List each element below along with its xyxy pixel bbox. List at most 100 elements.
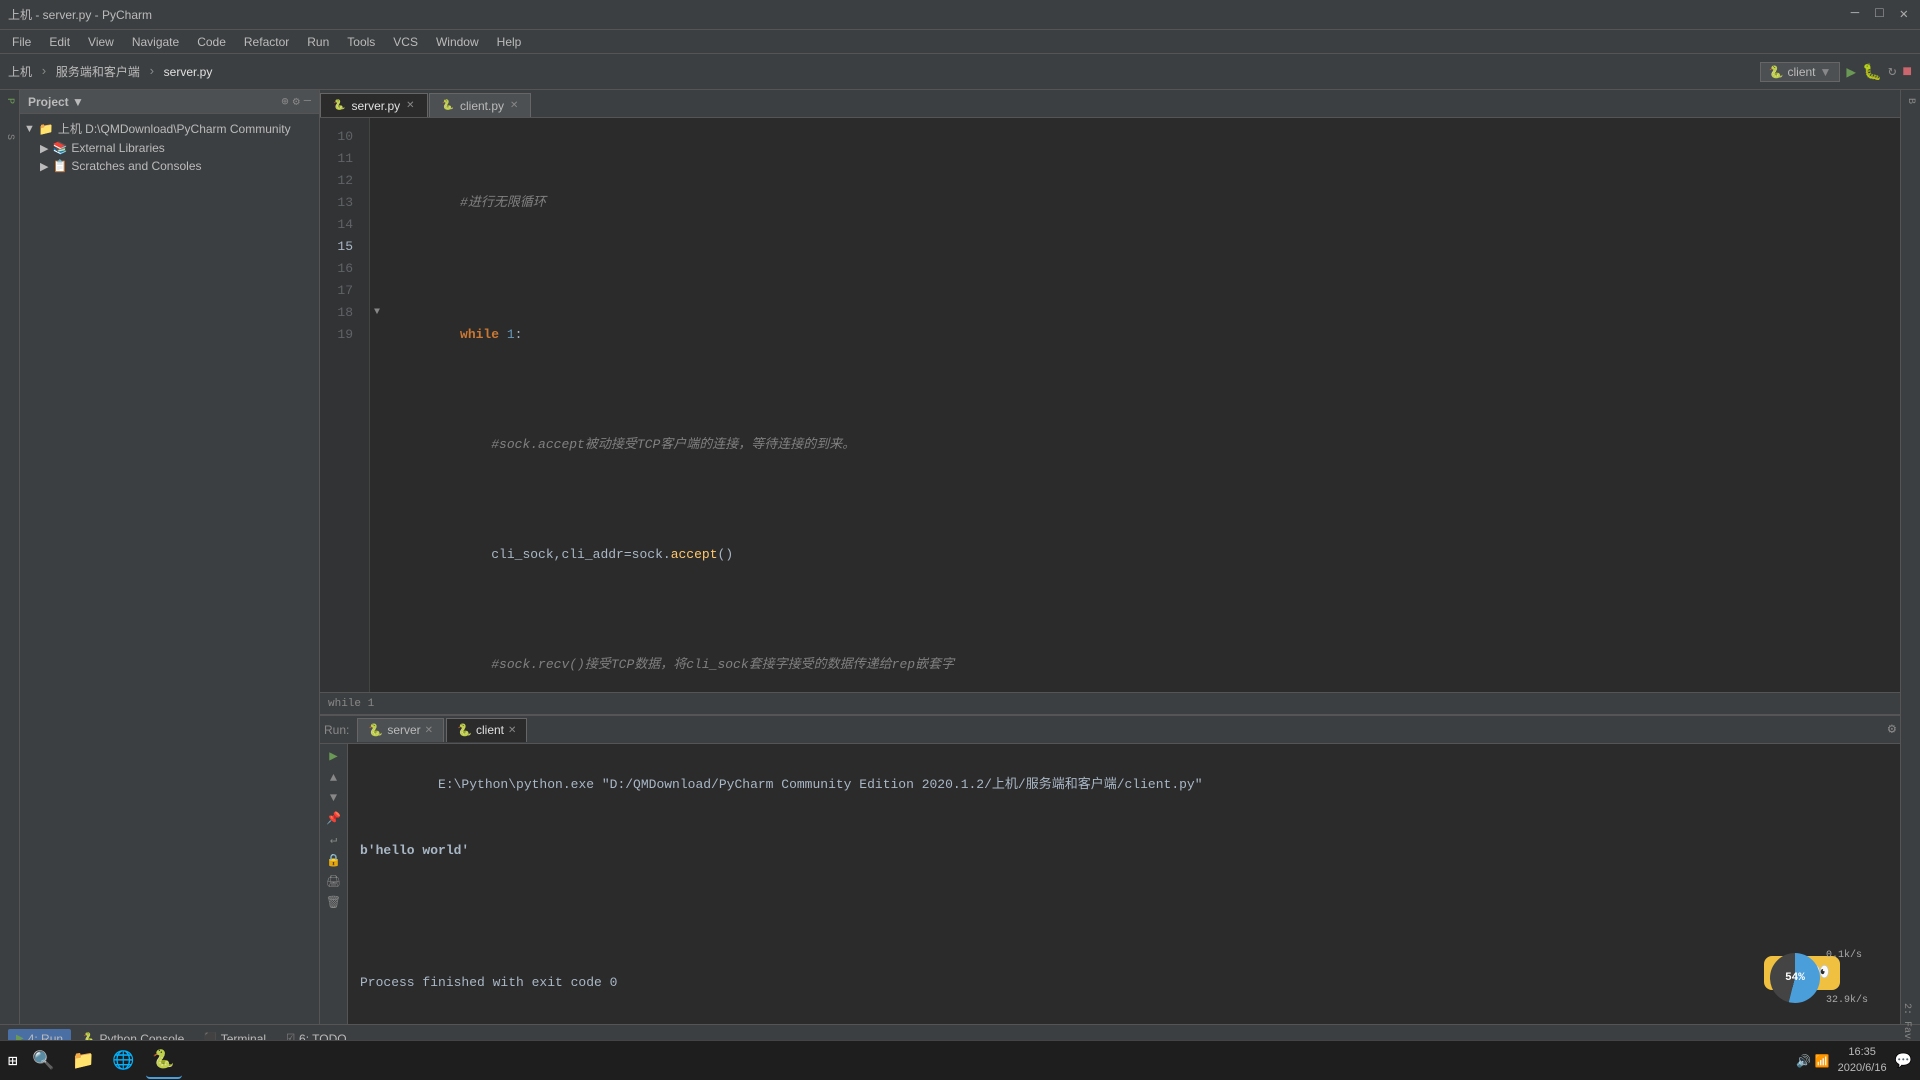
taskbar-browser[interactable]: 🌐 [106,1043,142,1079]
lib-icon: 📚 [52,141,67,155]
taskbar-search[interactable]: 🔍 [26,1043,62,1079]
right-sidebar-icons: B [1900,90,1920,1024]
menu-tools[interactable]: Tools [339,33,383,51]
browser-taskbar-icon: 🌐 [112,1050,134,1072]
add-icon[interactable]: ⊕ [281,94,288,109]
client-py-icon: 🐍 [442,100,454,111]
editor-tabs: 🐍 server.py ✕ 🐍 client.py ✕ [320,90,1900,118]
code-editor[interactable]: 10 11 12 13 14 15 16 17 18 19 #进行无限循环 ▼ … [320,118,1900,692]
fold-arrow-11[interactable]: ▼ [374,302,380,324]
tab-client-py[interactable]: 🐍 client.py ✕ [429,93,532,117]
editor-area: 🐍 server.py ✕ 🐍 client.py ✕ 10 11 12 13 … [320,90,1900,1024]
main-layout: P S Project ▼ ⊕ ⚙ ─ ▼ 📁 上机 D:\QMDownload… [0,90,1920,1024]
settings-icon[interactable]: ⚙ [293,94,300,109]
breadcrumb-root[interactable]: 上机 [8,63,32,80]
notification-icon[interactable]: 💬 [1895,1052,1912,1069]
menu-run[interactable]: Run [299,33,337,51]
line-numbers: 10 11 12 13 14 15 16 17 18 19 [320,118,370,692]
rerun-run-button[interactable]: ▶ [329,748,337,765]
taskbar-pycharm[interactable]: 🐍 [146,1043,182,1079]
project-icon[interactable]: P [2,94,17,108]
structure-icon[interactable]: S [2,130,17,144]
toolbar: 上机 › 服务端和客户端 › server.py 🐍 client ▼ ▶ 🐛 … [0,54,1920,90]
run-output: E:\Python\python.exe "D:/QMDownload/PyCh… [348,744,1900,1024]
breadcrumb-file[interactable]: server.py [164,65,213,79]
clear-button[interactable]: 🗑 [326,895,341,910]
windows-taskbar: ⊞ 🔍 📁 🌐 🐍 🔊 📶 16:35 2020/6/16 💬 [0,1040,1920,1080]
clock-date: 2020/6/16 [1838,1061,1887,1076]
net-pct-label: 54% [1785,967,1805,989]
menu-refactor[interactable]: Refactor [236,33,297,51]
taskbar-explorer[interactable]: 📁 [66,1043,102,1079]
pin2-button[interactable]: 🔒 [326,853,341,868]
network-widget: 54% 0.1k/s 32.9k/s [1770,918,1900,1024]
tab-server-py-close[interactable]: ✕ [406,100,414,111]
project-header-icons: ⊕ ⚙ ─ [281,94,311,109]
tree-item-scratches[interactable]: ▶ 📋 Scratches and Consoles [20,157,319,175]
server-py-icon: 🐍 [333,100,345,111]
tab-server-py-label: server.py [351,99,400,113]
net-speeds: 0.1k/s 32.9k/s [1826,918,1900,1024]
menu-file[interactable]: File [4,33,39,51]
soft-wrap-button[interactable]: ↵ [330,832,337,847]
linenum-10: 10 [320,126,361,148]
tree-item-root[interactable]: ▼ 📁 上机 D:\QMDownload\PyCharm Community [20,118,319,139]
editor-breadcrumb: while 1 [320,692,1900,714]
scroll-down-button[interactable]: ▼ [330,791,337,805]
stop-button[interactable]: ■ [1902,63,1912,81]
breadcrumb-sep1: › [40,64,48,79]
pin-button[interactable]: 📌 [326,811,341,826]
collapse-icon[interactable]: ─ [304,94,311,109]
menu-navigate[interactable]: Navigate [124,33,187,51]
menu-edit[interactable]: Edit [41,33,78,51]
rerun-button[interactable]: ↻ [1888,63,1896,80]
scroll-up-button[interactable]: ▲ [330,771,337,785]
linenum-18: 18 [320,302,361,324]
run-output-blank [360,906,1888,928]
tree-item-scratches-label: Scratches and Consoles [71,159,201,173]
code-line-11: ▼ while 1: [382,280,1888,368]
menu-view[interactable]: View [80,33,122,51]
code-content[interactable]: #进行无限循环 ▼ while 1: #sock.accept被动接受TCP客户… [370,118,1900,692]
code-line-12: #sock.accept被动接受TCP客户端的连接，等待连接的到来。 [382,412,1888,478]
maximize-button[interactable]: □ [1871,6,1887,23]
run-content: ▶ ▲ ▼ 📌 ↵ 🔒 🖨 🗑 E:\Python\python.exe "D:… [320,744,1900,1024]
run-area: Run: 🐍 server ✕ 🐍 client ✕ ⚙ ▶ ▲ [320,714,1900,1024]
left-sidebar-icons: P S [0,90,20,1024]
tray-icons: 🔊 📶 [1796,1054,1829,1068]
menu-window[interactable]: Window [428,33,487,51]
linenum-19: 19 [320,324,361,346]
run-command-line: E:\Python\python.exe "D:/QMDownload/PyCh… [438,777,1203,792]
print-button[interactable]: 🖨 [326,874,341,889]
menu-vcs[interactable]: VCS [385,33,426,51]
tab-client-py-close[interactable]: ✕ [510,100,518,111]
debug-button[interactable]: 🐛 [1862,62,1882,82]
run-tab-server-close[interactable]: ✕ [425,725,433,736]
tab-server-py[interactable]: 🐍 server.py ✕ [320,93,428,117]
close-button[interactable]: ✕ [1896,6,1912,23]
net-down-label: 32.9k/s [1826,993,1900,1008]
window-title: 上机 - server.py - PyCharm [8,6,152,23]
breadcrumb-while: while 1 [328,698,374,710]
run-output-hello: b'hello world' [360,840,1888,862]
run-tab-server[interactable]: 🐍 server ✕ [357,718,444,742]
run-tab-client-close[interactable]: ✕ [508,725,516,736]
minimize-button[interactable]: ─ [1847,6,1863,23]
start-button[interactable]: ⊞ [8,1051,18,1071]
run-sidebar: ▶ ▲ ▼ 📌 ↵ 🔒 🖨 🗑 [320,744,348,1024]
code-line-10: #进行无限循环 [382,170,1888,236]
scratches-icon: 📋 [52,159,67,173]
run-settings-button[interactable]: ⚙ [1888,721,1896,738]
run-button[interactable]: ▶ [1846,62,1856,82]
breadcrumb-sep2: › [148,64,156,79]
menu-code[interactable]: Code [189,33,234,51]
breadcrumb-folder[interactable]: 服务端和客户端 [56,63,140,80]
menubar: File Edit View Navigate Code Refactor Ru… [0,30,1920,54]
run-config-selector[interactable]: 🐍 client ▼ [1760,62,1841,82]
bookmarks-icon[interactable]: B [1903,94,1918,108]
project-header: Project ▼ ⊕ ⚙ ─ [20,90,319,114]
menu-help[interactable]: Help [489,33,530,51]
tree-item-extlib[interactable]: ▶ 📚 External Libraries [20,139,319,157]
run-tab-client[interactable]: 🐍 client ✕ [446,718,527,742]
system-clock[interactable]: 16:35 2020/6/16 [1838,1045,1887,1076]
